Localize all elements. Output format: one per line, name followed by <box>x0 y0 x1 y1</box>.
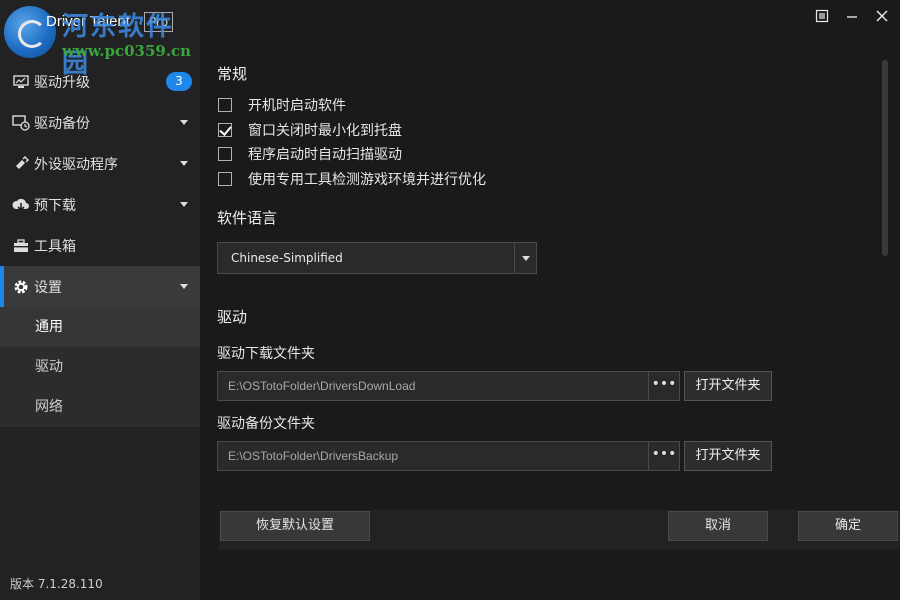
usb-icon <box>12 155 30 173</box>
checkbox[interactable] <box>218 98 232 112</box>
submenu-item-general[interactable]: 通用 <box>0 307 200 347</box>
submenu-item-network[interactable]: 网络 <box>0 387 200 427</box>
settings-submenu: 通用 驱动 网络 <box>0 307 200 427</box>
chevron-down-icon <box>180 120 188 125</box>
backup-folder-input[interactable]: E:\OSTotoFolder\DriversBackup <box>217 441 649 471</box>
option-label: 开机时启动软件 <box>248 98 346 114</box>
browse-download-button[interactable]: ••• <box>648 371 680 401</box>
sidebar-nav: 驱动升级 3 驱动备份 外设驱动程序 预下载 工具箱 设置 通用 驱动 网络 <box>0 61 200 427</box>
sidebar-item-label: 工具箱 <box>34 238 76 255</box>
vertical-scrollbar[interactable] <box>882 60 888 256</box>
language-selected-value: Chinese-Simplified <box>231 251 343 265</box>
download-folder-input[interactable]: E:\OSTotoFolder\DriversDownLoad <box>217 371 649 401</box>
update-count-badge: 3 <box>166 72 192 91</box>
sidebar-item-label: 预下载 <box>34 197 76 214</box>
option-minimize-to-tray[interactable]: 窗口关闭时最小化到托盘 <box>218 120 402 140</box>
backup-icon <box>12 114 30 132</box>
sidebar-item-pre-download[interactable]: 预下载 <box>0 184 200 225</box>
monitor-icon <box>12 73 30 91</box>
chevron-down-icon <box>180 161 188 166</box>
download-folder-label: 驱动下载文件夹 <box>217 346 315 362</box>
sidebar: Driver Talent Pro 河东软件园 www.pc0359.cn 驱动… <box>0 0 200 600</box>
version-label: 版本 7.1.28.110 <box>10 577 103 591</box>
sidebar-item-toolbox[interactable]: 工具箱 <box>0 225 200 266</box>
submenu-item-driver[interactable]: 驱动 <box>0 347 200 387</box>
sidebar-item-label: 驱动备份 <box>34 115 90 132</box>
sidebar-item-label: 外设驱动程序 <box>34 156 118 173</box>
open-download-folder-button[interactable]: 打开文件夹 <box>684 371 772 401</box>
browse-backup-button[interactable]: ••• <box>648 441 680 471</box>
sidebar-item-label: 驱动升级 <box>34 74 90 91</box>
language-select[interactable]: Chinese-Simplified <box>217 242 537 274</box>
backup-folder-label: 驱动备份文件夹 <box>217 416 315 432</box>
toolbox-icon <box>12 237 30 255</box>
settings-panel: 常规 开机时启动软件 窗口关闭时最小化到托盘 程序启动时自动扫描驱动 使用专用工… <box>200 0 900 600</box>
sidebar-item-driver-backup[interactable]: 驱动备份 <box>0 102 200 143</box>
ok-button[interactable]: 确定 <box>798 511 898 541</box>
sidebar-item-settings[interactable]: 设置 <box>0 266 200 307</box>
checkbox[interactable] <box>218 147 232 161</box>
option-launch-on-startup[interactable]: 开机时启动软件 <box>218 95 346 115</box>
brand-header: Driver Talent Pro 河东软件园 www.pc0359.cn <box>0 0 200 79</box>
chevron-down-icon <box>180 284 188 289</box>
option-label: 窗口关闭时最小化到托盘 <box>248 123 402 139</box>
watermark-url: www.pc0359.cn <box>62 42 192 60</box>
open-backup-folder-button[interactable]: 打开文件夹 <box>684 441 772 471</box>
gear-icon <box>12 278 30 296</box>
cancel-button[interactable]: 取消 <box>668 511 768 541</box>
chevron-down-icon <box>180 202 188 207</box>
option-label: 程序启动时自动扫描驱动 <box>248 147 402 163</box>
restore-defaults-button[interactable]: 恢复默认设置 <box>220 511 370 541</box>
chevron-down-icon[interactable] <box>514 243 536 273</box>
option-game-optimize[interactable]: 使用专用工具检测游戏环境并进行优化 <box>218 169 486 189</box>
checkbox[interactable] <box>218 123 232 137</box>
sidebar-item-driver-update[interactable]: 驱动升级 3 <box>0 61 200 102</box>
sidebar-item-peripheral-drivers[interactable]: 外设驱动程序 <box>0 143 200 184</box>
driver-section-title: 驱动 <box>217 308 248 326</box>
cloud-download-icon <box>12 196 30 214</box>
option-auto-scan[interactable]: 程序启动时自动扫描驱动 <box>218 144 402 164</box>
checkbox[interactable] <box>218 172 232 186</box>
option-label: 使用专用工具检测游戏环境并进行优化 <box>248 172 486 188</box>
general-section-title: 常规 <box>217 65 248 83</box>
sidebar-item-label: 设置 <box>34 279 62 296</box>
language-section-title: 软件语言 <box>217 209 278 227</box>
